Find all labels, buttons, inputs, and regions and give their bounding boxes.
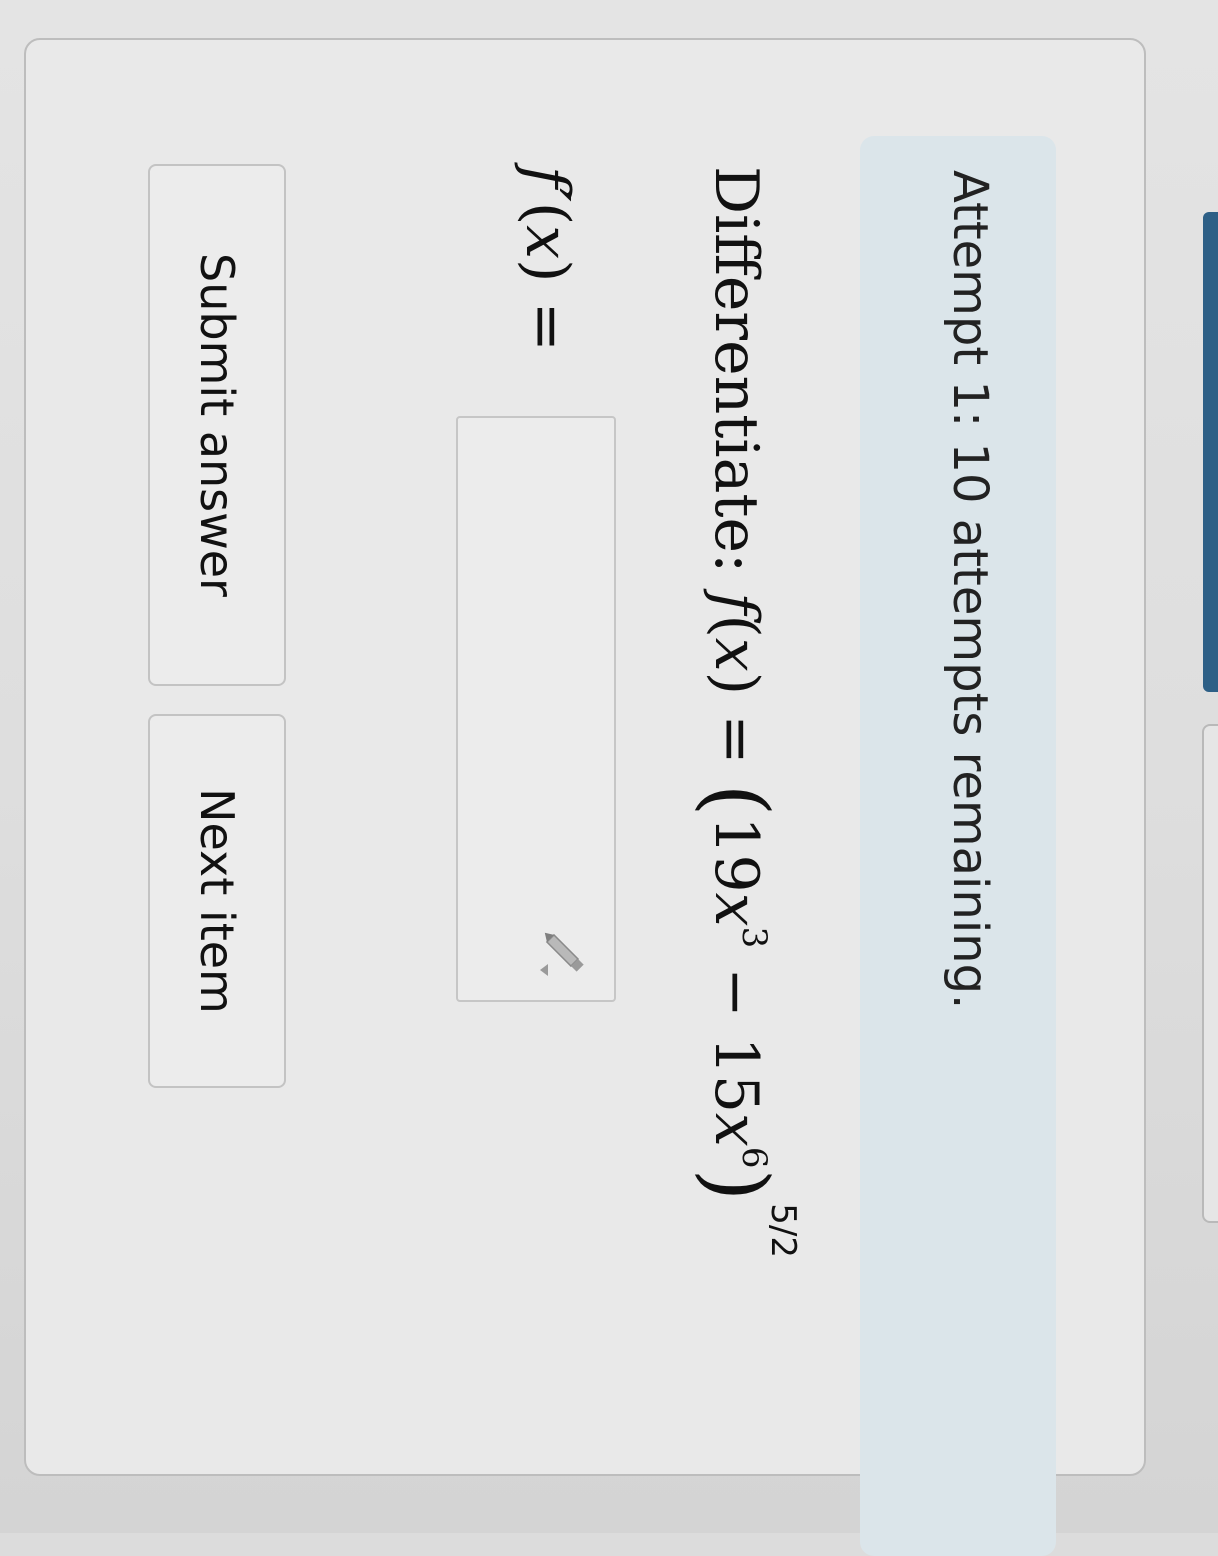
outer-exponent: 5/2 <box>763 1203 803 1258</box>
derivative-equals: = <box>512 301 582 352</box>
submit-answer-button[interactable]: Submit answer <box>148 164 286 686</box>
side-panel <box>1202 724 1218 1223</box>
coefficient-1: 19 <box>701 816 771 893</box>
attempt-banner-text: Attempt 1: 10 attempts remaining. <box>942 170 998 1010</box>
equals-sign: = <box>701 714 771 765</box>
exponent-1: 3 <box>734 926 774 949</box>
derivative-variable: x <box>512 225 582 260</box>
derivative-fn: f′ <box>512 166 582 202</box>
minus-sign: − <box>701 967 771 1018</box>
next-item-button[interactable]: Next item <box>148 714 286 1088</box>
derivative-label: f′(x) = <box>512 166 582 352</box>
side-tab-active[interactable] <box>1203 212 1218 692</box>
question-prompt: Differentiate: f(x) = (19x3 − 15x6)5/2 <box>688 166 803 1258</box>
question-card: Attempt 1: 10 attempts remaining. Differ… <box>24 38 1148 1556</box>
term1-variable: x <box>701 892 771 927</box>
exponent-2: 6 <box>734 1146 774 1169</box>
function-name: f <box>701 592 771 615</box>
answer-input[interactable] <box>456 416 616 1002</box>
term2-variable: x <box>701 1113 771 1147</box>
coefficient-2: 15 <box>701 1036 771 1113</box>
question-content: Attempt 1: 10 attempts remaining. Differ… <box>26 40 1148 1556</box>
pencil-icon[interactable] <box>536 924 596 984</box>
question-prefix: Differentiate: <box>701 166 771 574</box>
function-variable: x <box>701 637 771 672</box>
